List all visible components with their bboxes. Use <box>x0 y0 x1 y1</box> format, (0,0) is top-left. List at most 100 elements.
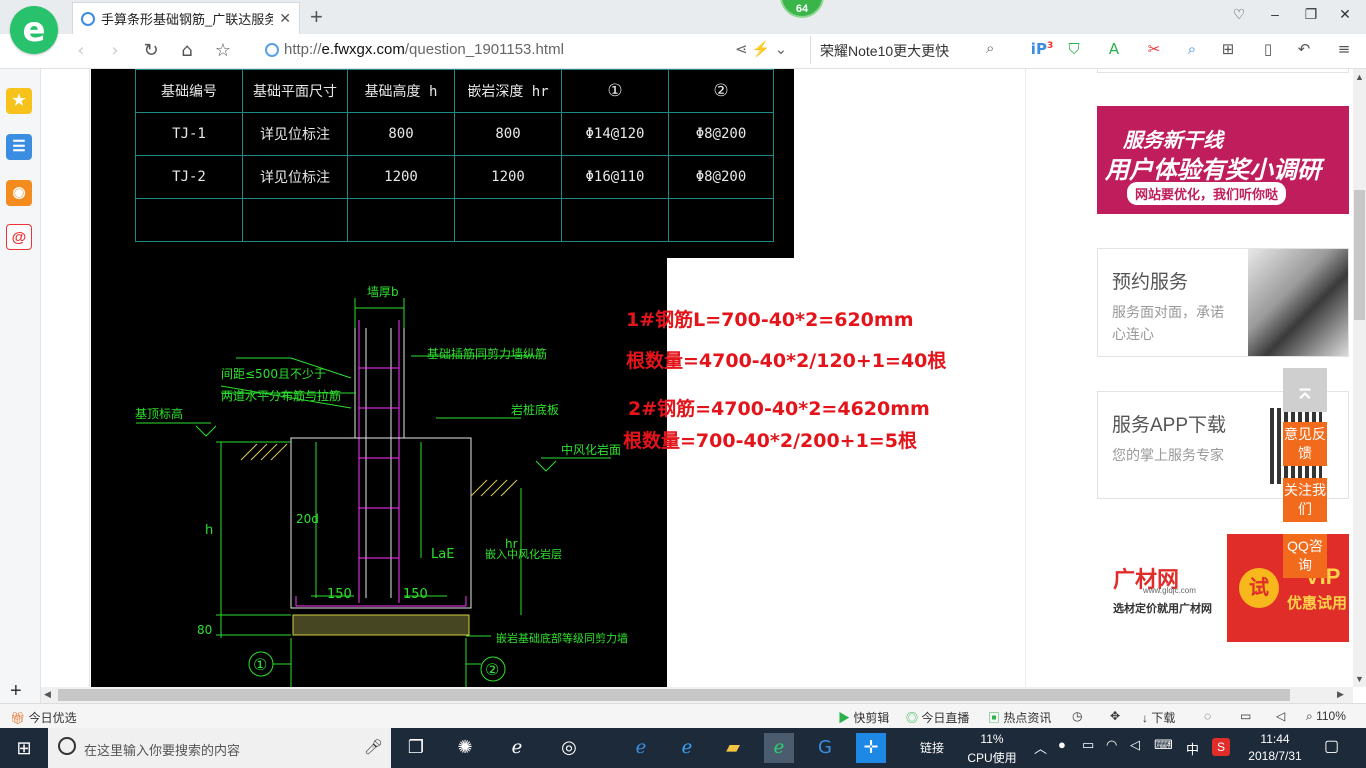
close-tab-icon[interactable]: ✕ <box>279 10 291 27</box>
close-window-icon[interactable]: ✕ <box>1334 6 1356 23</box>
refresh-icon[interactable]: ↻ <box>140 40 162 61</box>
table-header-cell: 基础平面尺寸 <box>242 69 348 113</box>
status-speed-icon[interactable]: ◷ <box>1072 709 1082 723</box>
speed-icon[interactable]: ⚡ <box>752 41 771 58</box>
zoom-search-icon[interactable]: ⌕ <box>1180 40 1204 58</box>
back-to-top-icon[interactable]: ⌅ <box>1283 368 1327 412</box>
status-item-clip[interactable]: ▶ 快剪辑 <box>838 709 889 726</box>
search-icon[interactable]: ⌕ <box>986 40 994 57</box>
ad2-domain: www.gldjc.com <box>1143 586 1196 595</box>
task-view-icon[interactable]: ❐ <box>401 733 431 763</box>
table-cell: 1200 <box>454 155 562 199</box>
browser-logo-icon[interactable]: e <box>10 6 58 54</box>
browser-e-icon[interactable]: ℯ <box>502 733 532 763</box>
table-cell: Φ14@120 <box>561 112 669 156</box>
clock-date[interactable]: 2018/7/31 <box>1240 749 1310 763</box>
back-icon[interactable]: ‹ <box>70 40 92 61</box>
weibo-icon[interactable]: ◉ <box>6 180 32 206</box>
base-label: 岩桩底板 <box>511 402 559 417</box>
active-tab[interactable]: 手算条形基础钢筋_广联达服务新 ✕ <box>72 2 300 34</box>
mail-icon[interactable]: @ <box>6 224 32 250</box>
forward-icon[interactable]: › <box>104 40 126 61</box>
favorite-star-icon[interactable]: ☆ <box>212 40 234 61</box>
wifi-icon[interactable]: ◠ <box>1106 737 1117 753</box>
skin-icon[interactable]: ♡ <box>1228 6 1250 23</box>
undo-icon[interactable]: ↶ <box>1292 40 1316 58</box>
windows-start-icon[interactable]: ⊞ <box>0 728 48 768</box>
cortana-icon[interactable] <box>58 737 76 755</box>
keyboard-icon[interactable]: ⌨ <box>1154 737 1173 753</box>
apps-icon[interactable]: ⊞ <box>1216 40 1240 58</box>
table-cell <box>347 198 455 242</box>
clock-time[interactable]: 11:44 <box>1240 732 1310 746</box>
table-cell: TJ-1 <box>135 112 243 156</box>
dim-150-right: 150 <box>403 587 428 602</box>
edge-icon[interactable]: ℯ <box>626 733 656 763</box>
remote-app-icon[interactable]: ✛ <box>856 733 886 763</box>
status-window-icon[interactable]: ▭ <box>1240 709 1251 723</box>
scroll-up-icon[interactable]: ▲ <box>1355 72 1364 82</box>
table-cell <box>561 198 669 242</box>
daily-picks-link[interactable]: 🎁︎ 今日优选 <box>10 709 77 726</box>
search-input[interactable]: 荣耀Note10更大更快 <box>820 41 949 61</box>
table-cell: Φ8@200 <box>668 112 774 156</box>
reading-list-icon[interactable]: ☰ <box>6 134 32 160</box>
shield-icon[interactable]: ⛉ <box>1062 40 1086 58</box>
vertical-scrollbar[interactable] <box>1353 69 1366 687</box>
battery-icon[interactable]: ▭ <box>1082 737 1094 753</box>
status-browser-icon[interactable]: ◌ <box>1204 709 1211 723</box>
qq-consult-button[interactable]: QQ咨询 <box>1283 534 1327 578</box>
360-browser-icon[interactable]: ℯ <box>764 733 794 763</box>
share-icon[interactable]: ⋖ ⚡ ⌄ <box>735 40 787 58</box>
feedback-button[interactable]: 意见反馈 <box>1283 422 1327 466</box>
ime-indicator[interactable]: 中 <box>1186 739 1199 758</box>
spacing-note-1: 间距≤500且不少于 <box>221 367 326 381</box>
restore-icon[interactable]: ❐ <box>1300 6 1322 23</box>
home-icon[interactable]: ⌂ <box>176 40 198 61</box>
translate-icon[interactable]: A <box>1102 40 1126 58</box>
zoom-level[interactable]: ⌕ 110% <box>1306 709 1346 724</box>
foundation-schedule-table: 基础编号 基础平面尺寸 基础高度 h 嵌岩深度 hr ① ② TJ-1 详见位标… <box>135 69 774 242</box>
status-volume-icon[interactable]: ◁ <box>1276 709 1285 723</box>
status-item-label: 热点资讯 <box>1003 711 1052 725</box>
scroll-left-icon[interactable]: ◀ <box>44 689 51 700</box>
scroll-right-icon[interactable]: ▶ <box>1337 689 1344 700</box>
favorites-star-icon[interactable]: ★ <box>6 88 32 114</box>
content-divider <box>89 69 90 687</box>
horizontal-scroll-thumb[interactable] <box>58 689 1290 701</box>
vertical-scroll-thumb[interactable] <box>1354 190 1365 320</box>
screenshot-icon[interactable]: ✂ <box>1142 40 1166 58</box>
status-item-news[interactable]: ▣ 热点资讯 <box>988 709 1051 726</box>
app-notify-icon[interactable]: ◎ <box>554 733 584 763</box>
appointment-card[interactable]: 预约服务 服务面对面，承诺心连心 <box>1097 248 1349 357</box>
new-tab-button[interactable]: + <box>310 4 323 30</box>
pinwheel-app-icon[interactable]: ✺ <box>450 733 480 763</box>
sidebar-add-icon[interactable]: + <box>10 680 22 703</box>
status-item-download[interactable]: ↓ 下载 <box>1142 709 1175 726</box>
ip-icon[interactable]: iP3 <box>1030 40 1054 58</box>
url-field[interactable]: http://e.fwxgx.com/question_1901153.html <box>284 41 564 58</box>
g-app-icon[interactable]: G <box>810 733 840 763</box>
ie-icon[interactable]: ℯ <box>672 733 702 763</box>
survey-banner-ad[interactable]: 服务新干线 用户体验有奖小调研 网站要优化，我们听你哒 <box>1097 106 1349 214</box>
wall-thickness-label: 墙厚b <box>367 285 399 299</box>
status-item-live[interactable]: ◎ 今日直播 <box>906 709 969 726</box>
taskbar-search-input[interactable]: 在这里输入你要搜索的内容 <box>84 740 240 759</box>
volume-icon[interactable]: ◁ <box>1130 737 1140 753</box>
action-center-icon[interactable]: ▢ <box>1324 736 1339 756</box>
link-label[interactable]: 链接 <box>920 739 944 756</box>
anchor-note-label: 基础插筋同剪力墙纵筋 <box>427 346 547 361</box>
right-column-divider <box>1025 69 1026 687</box>
scroll-down-icon[interactable]: ▼ <box>1355 674 1364 684</box>
menu-icon[interactable]: ≡ <box>1332 40 1356 58</box>
file-explorer-icon[interactable]: ▰ <box>718 733 748 763</box>
microphone-icon[interactable]: 🎤︎ <box>364 738 383 756</box>
tablet-icon[interactable]: ▯ <box>1256 40 1280 58</box>
sogou-ime-icon[interactable]: S <box>1212 738 1230 756</box>
status-cleanup-icon[interactable]: ✥ <box>1110 709 1120 723</box>
site-security-icon[interactable] <box>265 43 279 57</box>
tray-people-icon[interactable]: ● <box>1058 737 1066 752</box>
minimize-icon[interactable]: – <box>1264 6 1286 22</box>
follow-us-button[interactable]: 关注我们 <box>1283 478 1327 522</box>
tray-expand-icon[interactable]: ︿ <box>1034 738 1047 757</box>
